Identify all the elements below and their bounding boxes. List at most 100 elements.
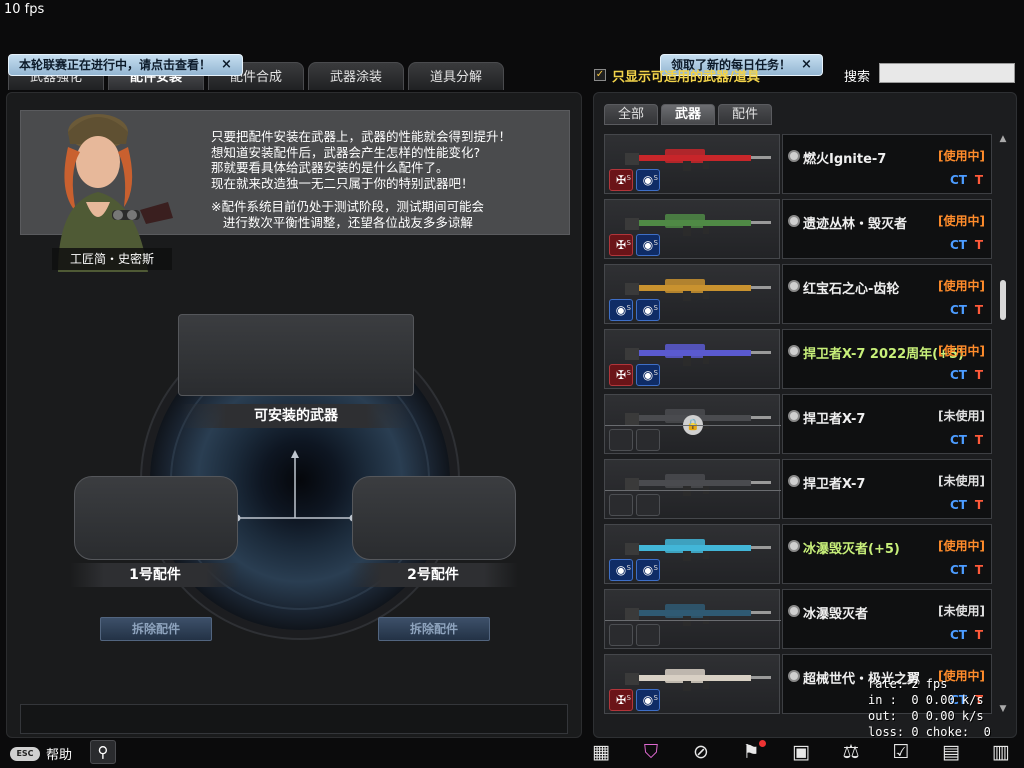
weapon-image (625, 669, 771, 691)
accessory-badges: ✠ S ◉ S (609, 234, 660, 256)
weapon-thumbnail: 🔒 (604, 394, 781, 454)
empty-accessory-slot-icon (636, 494, 660, 516)
inventory-item[interactable]: 🔒 捍卫者X-7 [未使用] CT T (604, 394, 992, 454)
weapon-name: 冰瀑毁灭者(+5) (803, 542, 900, 557)
inventory-item[interactable]: ✠ S ◉ S 燃火Ignite-7 [使用中] CT T (604, 134, 992, 194)
subtab-accessories[interactable]: 配件 (718, 104, 772, 125)
blue-accessory-badge-icon: ◉ S (636, 364, 660, 386)
film-icon[interactable]: ▥ (976, 738, 1024, 766)
weapon-thumbnail (604, 589, 781, 649)
subtab-all[interactable]: 全部 (604, 104, 658, 125)
scroll-down-arrow-icon[interactable]: ▼ (998, 704, 1008, 714)
weapon-info: 捍卫者X-7 [未使用] CT T (782, 394, 992, 454)
close-icon[interactable]: × (801, 54, 812, 76)
team-ct-label: CT (950, 628, 967, 642)
team-t-label: T (974, 368, 983, 382)
help-label: 帮助 (46, 748, 73, 763)
team-t-label: T (974, 238, 983, 252)
tasks-icon[interactable]: ☑ (876, 738, 926, 766)
compass-icon[interactable]: ⊘ (676, 738, 726, 766)
inventory-list: ✠ S ◉ S 燃火Ignite-7 [使用中] CT T ✠ S ◉ S 遗迹丛林・毁 (604, 134, 994, 719)
close-icon[interactable]: × (221, 54, 232, 76)
weapon-status: [使用中] (938, 539, 985, 553)
team-t-label: T (974, 498, 983, 512)
runner-icon[interactable]: ⚑ (726, 738, 776, 766)
blue-accessory-badge-icon: ◉ S (609, 299, 633, 321)
weapon-image (625, 279, 771, 301)
weapon-status: [使用中] (938, 279, 985, 293)
tab-weapon-paint[interactable]: 武器涂装 (308, 62, 404, 90)
weapon-status: [使用中] (938, 214, 985, 228)
weapon-image (625, 149, 771, 171)
red-accessory-badge-icon: ✠ S (609, 169, 633, 191)
unavailable-line (605, 425, 781, 426)
net-stats: rate: 2 fps in : 0 0.00 k/s out: 0 0.00 … (868, 677, 991, 739)
remove-accessory-1-button[interactable]: 拆除配件 (100, 617, 212, 641)
tab-item-disassemble[interactable]: 道具分解 (408, 62, 504, 90)
fps-counter: 10 fps (4, 2, 45, 17)
blue-accessory-badge-icon: ◉ S (609, 559, 633, 581)
remove-accessory-2-button[interactable]: 拆除配件 (378, 617, 490, 641)
applicable-filter[interactable]: ✓ 只显示可适用的武器/道具 (594, 64, 760, 86)
weapon-image (625, 474, 771, 496)
inventory-item[interactable]: ✠ S ◉ S 捍卫者X-7 2022周年(+5) [使用中] CT T (604, 329, 992, 389)
accessory-badges (609, 494, 660, 516)
inventory-item[interactable]: 捍卫者X-7 [未使用] CT T (604, 459, 992, 519)
inventory-item[interactable]: ◉ S ◉ S 冰瀑毁灭者(+5) [使用中] CT T (604, 524, 992, 584)
gear-icon (788, 540, 800, 552)
red-accessory-badge-icon: ✠ S (609, 364, 633, 386)
empty-accessory-slot-icon (636, 429, 660, 451)
gear-icon (788, 410, 800, 422)
team-t-label: T (974, 628, 983, 642)
applicable-filter-checkbox[interactable]: ✓ (594, 69, 606, 81)
weapon-info: 燃火Ignite-7 [使用中] CT T (782, 134, 992, 194)
accessory-badges (609, 429, 660, 451)
accessory-badges: ✠ S ◉ S (609, 364, 660, 386)
accessory-slot-1[interactable] (74, 476, 238, 560)
team-ct-label: CT (950, 368, 967, 382)
blue-accessory-badge-icon: ◉ S (636, 689, 660, 711)
weapon-thumbnail: ✠ S ◉ S (604, 654, 780, 714)
npc-portrait (58, 114, 173, 272)
inventory-scrollbar[interactable]: ▲ ▼ (998, 134, 1008, 714)
unavailable-line (605, 490, 781, 491)
calendar-check-icon[interactable]: ▤ (926, 738, 976, 766)
scales-icon[interactable]: ⚖ (826, 738, 876, 766)
weapon-slot[interactable] (178, 314, 414, 396)
weapon-info: 捍卫者X-7 2022周年(+5) [使用中] CT T (782, 329, 992, 389)
team-t-label: T (974, 303, 983, 317)
accessory-badges (609, 624, 660, 646)
calendar-grid-icon[interactable]: ▦ (576, 738, 626, 766)
weapon-status: [未使用] (938, 409, 985, 423)
inventory-item[interactable]: ◉ S ◉ S 红宝石之心-齿轮 [使用中] CT T (604, 264, 992, 324)
empty-accessory-slot-icon (636, 624, 660, 646)
team-t-label: T (974, 563, 983, 577)
search-label: 搜索 (844, 70, 871, 85)
scroll-thumb[interactable] (1000, 280, 1006, 320)
weapon-image (625, 604, 771, 626)
slot-connector (233, 450, 357, 522)
inventory-item[interactable]: ✠ S ◉ S 遗迹丛林・毁灭者 [使用中] CT T (604, 199, 992, 259)
help-button[interactable]: ESC 帮助 (10, 744, 72, 763)
red-accessory-badge-icon: ✠ S (609, 689, 633, 711)
league-banner[interactable]: 本轮联赛正在进行中，请点击查看！ × (8, 54, 243, 76)
team-t-label: T (974, 173, 983, 187)
inventory-item[interactable]: 冰瀑毁灭者 [未使用] CT T (604, 589, 992, 649)
search-input[interactable] (879, 63, 1015, 83)
empty-accessory-slot-icon (609, 429, 633, 451)
scroll-up-arrow-icon[interactable]: ▲ (998, 134, 1008, 144)
subtab-weapons[interactable]: 武器 (661, 104, 715, 125)
market-icon[interactable]: ▣ (776, 738, 826, 766)
gear-icon (788, 670, 800, 682)
gear-icon (788, 475, 800, 487)
npc-dialog-text: 只要把配件安装在武器上，武器的性能就会得到提升！ 想知道安装配件后，武器会产生怎… (211, 129, 512, 191)
weapon-slot-label: 可安装的武器 (180, 404, 412, 428)
shop-basket-icon[interactable]: ⛉ (626, 738, 676, 766)
empty-accessory-slot-icon (609, 494, 633, 516)
accessory-slot-2[interactable] (352, 476, 516, 560)
magnifier-icon[interactable]: ⚲ (90, 740, 116, 764)
taskbar: ▦ ⛉ ⊘ ⚑ ▣ ⚖ ☑ ▤ ▥ (576, 738, 1024, 766)
notification-dot (759, 740, 766, 747)
team-ct-label: CT (950, 303, 967, 317)
weapon-status: [使用中] (938, 149, 985, 163)
